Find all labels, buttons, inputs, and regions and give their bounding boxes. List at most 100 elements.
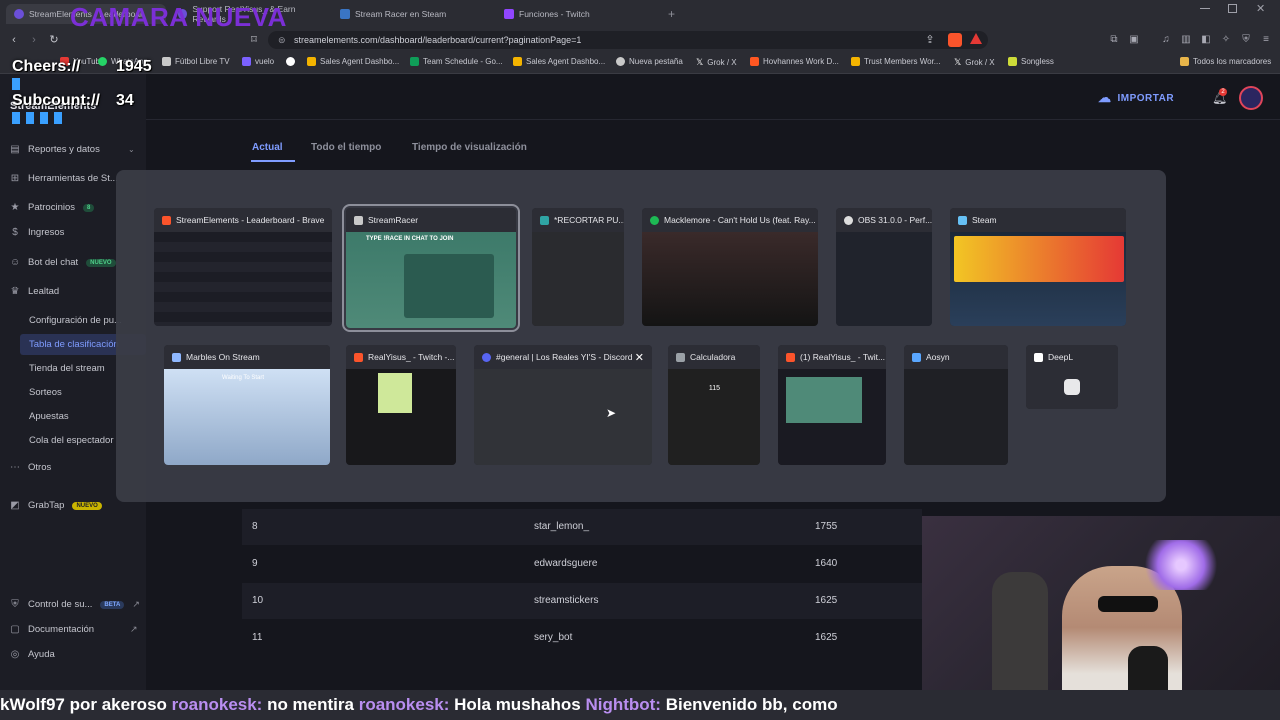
reload-icon[interactable]: ↻	[48, 34, 60, 46]
sidebar-sub-cola[interactable]: Cola del espectador	[29, 435, 114, 446]
brave-rewards-icon[interactable]	[970, 33, 982, 44]
share-icon[interactable]: ⇪	[924, 34, 936, 46]
bookmark-sales-agent-2[interactable]: Sales Agent Dashbo...	[513, 57, 605, 66]
sheets-icon	[307, 57, 316, 66]
sheets-icon	[410, 57, 419, 66]
maximize-icon[interactable]	[1228, 4, 1237, 13]
back-icon[interactable]: ‹	[8, 34, 20, 46]
close-window-icon[interactable]: ✕	[1256, 2, 1265, 15]
extensions-icon[interactable]: ⧉	[1108, 34, 1120, 46]
window-thumbnail: TYPE !RACE IN CHAT TO JOIN	[346, 232, 516, 328]
sidebar-sub-sorteos[interactable]: Sorteos	[29, 387, 62, 398]
menu-icon[interactable]: ≡	[1260, 34, 1272, 46]
doc-icon	[750, 57, 759, 66]
leo-ai-icon[interactable]: ✧	[1220, 34, 1232, 46]
money-icon: $	[12, 226, 18, 238]
songless-icon	[1008, 57, 1017, 66]
sidebar-item-patrocinios[interactable]: ★ Patrocinios 8	[10, 202, 95, 213]
bookmark-sales-agent[interactable]: Sales Agent Dashbo...	[307, 57, 399, 66]
brave-icon	[354, 352, 363, 362]
sidebar-sub-configuracion[interactable]: Configuración de pu...	[29, 315, 122, 326]
table-row: 9 edwardsguere 1640	[242, 546, 922, 582]
wallet-icon[interactable]: ◧	[1200, 34, 1212, 46]
x-logo-icon: 𝕏	[696, 57, 704, 67]
window-thumbnail	[346, 369, 456, 465]
sheets-icon	[851, 57, 860, 66]
rank-cell: 10	[252, 595, 264, 606]
tab-actual[interactable]: Actual	[252, 142, 283, 153]
new-badge: NUEVO	[72, 501, 102, 510]
bookmark-trust-members[interactable]: Trust Members Wor...	[851, 57, 940, 66]
browser-tab[interactable]: Stream Racer en Steam	[332, 4, 492, 24]
switcher-window-spotify[interactable]: Macklemore - Can't Hold Us (feat. Ray...	[642, 208, 818, 326]
minimize-icon[interactable]	[1200, 8, 1210, 9]
switcher-window-streamracer[interactable]: StreamRacer TYPE !RACE IN CHAT TO JOIN	[342, 204, 520, 332]
tab-label: Stream Racer en Steam	[355, 9, 447, 19]
bookmark-hovhannes[interactable]: Hovhannes Work D...	[750, 57, 839, 66]
site-info-icon[interactable]: ⊜	[278, 35, 286, 46]
sidebar-item-ingresos[interactable]: $ Ingresos	[10, 227, 64, 238]
switcher-window-discord[interactable]: #general | Los Reales YI'S - Discord ✕	[474, 345, 652, 465]
bookmark-futbol[interactable]: Fútbol Libre TV	[162, 57, 230, 66]
bookmark-new-tab[interactable]: Nueva pestaña	[616, 57, 683, 66]
switcher-window-streamelements[interactable]: StreamElements - Leaderboard - Brave	[154, 208, 332, 326]
switcher-window-twitch[interactable]: RealYisus_ - Twitch -...	[346, 345, 456, 465]
bookmark-team-schedule[interactable]: Team Schedule - Go...	[410, 57, 503, 66]
switcher-window-aosyn[interactable]: Aosyn	[904, 345, 1008, 465]
brave-shields-icon[interactable]	[948, 33, 962, 47]
bookmark-vuelo[interactable]: vuelo	[242, 57, 274, 66]
points-cell: 1755	[815, 521, 838, 532]
brave-icon	[162, 215, 171, 225]
browser-tab[interactable]: Funciones - Twitch	[496, 4, 656, 24]
sidebar-item-help[interactable]: ◎ Ayuda	[10, 649, 55, 660]
sidebar-sub-tienda[interactable]: Tienda del stream	[29, 363, 105, 374]
sidebar-sub-apuestas[interactable]: Apuestas	[29, 411, 69, 422]
tab-tiempo-visualizacion[interactable]: Tiempo de visualización	[412, 142, 527, 153]
chat-username: roanokesk:	[171, 695, 263, 714]
switcher-window-steam[interactable]: Steam	[950, 208, 1126, 326]
switcher-window-deepl[interactable]: DeepL	[1026, 345, 1118, 409]
sidebar-item-docs[interactable]: ▢ Documentación ↗	[10, 624, 137, 635]
sidebar-item-reportes[interactable]: ▤ Reportes y datos ⌄	[10, 144, 134, 155]
forward-icon[interactable]: ›	[28, 34, 40, 46]
bookmark-grok[interactable]: 𝕏 Grok / X	[696, 57, 737, 68]
sidebar-toggle-icon[interactable]: ▥	[1180, 34, 1192, 46]
import-button[interactable]: ☁ IMPORTAR	[1098, 90, 1174, 106]
vuelo-icon	[242, 57, 251, 66]
switcher-window-marbles[interactable]: Marbles On Stream Waiting To Start	[164, 345, 330, 465]
obs-icon	[844, 215, 853, 225]
bookmark-grok-2[interactable]: 𝕏 Grok / X	[954, 57, 995, 68]
streamracer-banner: TYPE !RACE IN CHAT TO JOIN	[366, 236, 454, 242]
media-icon[interactable]: ♫	[1160, 34, 1172, 46]
points-cell: 1640	[815, 558, 838, 569]
x-logo-icon: 𝕏	[954, 57, 962, 67]
rank-cell: 11	[252, 632, 263, 643]
sidebar-item-control[interactable]: ⛨ Control de su... BETA ↗	[10, 599, 140, 610]
new-tab-button[interactable]: +	[660, 4, 683, 24]
switcher-window-twitch-2[interactable]: (1) RealYisus_ - Twit...	[778, 345, 886, 465]
grabtap-icon: ◩	[10, 499, 20, 511]
bookmark-google[interactable]	[286, 57, 295, 66]
vpn-icon[interactable]: ⛨	[1240, 34, 1252, 46]
sidebar-item-bot[interactable]: ☺ Bot del chat NUEVO	[10, 257, 116, 268]
tab-todo-el-tiempo[interactable]: Todo el tiempo	[311, 142, 381, 153]
table-row: 11 sery_bot 1625	[242, 620, 922, 656]
all-bookmarks[interactable]: Todos los marcadores	[1180, 57, 1271, 66]
url-input[interactable]: ⊜ streamelements.com/dashboard/leaderboa…	[268, 31, 988, 49]
chat-username: roanokesk:	[358, 695, 450, 714]
sidebar-item-lealtad[interactable]: ♛ Lealtad	[10, 286, 60, 297]
sidebar-item-otros[interactable]: ⋯ Otros	[10, 462, 51, 473]
bookmark-songless[interactable]: Songless	[1008, 57, 1054, 66]
calculator-icon	[676, 352, 685, 362]
switcher-window-recortar[interactable]: *RECORTAR PU...	[532, 208, 624, 326]
name-cell: sery_bot	[534, 632, 573, 643]
switcher-window-calculator[interactable]: Calculadora 115	[668, 345, 760, 465]
close-icon[interactable]: ✕	[635, 351, 644, 364]
sidebar-item-herramientas[interactable]: ⊞ Herramientas de St...	[10, 173, 118, 184]
switcher-window-obs[interactable]: OBS 31.0.0 - Perf...	[836, 208, 932, 326]
screenshot-icon[interactable]: ▣	[1128, 34, 1140, 46]
bookmark-icon[interactable]: ⌑	[248, 34, 260, 46]
sidebar-item-grabtap[interactable]: ◩ GrabTap NUEVO	[10, 500, 102, 511]
external-link-icon: ↗	[132, 599, 140, 609]
avatar[interactable]	[1239, 86, 1263, 110]
